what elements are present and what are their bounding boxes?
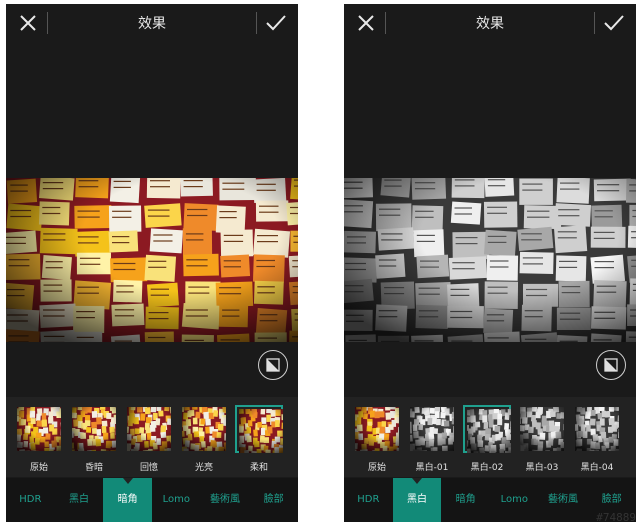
filter-label: 昏暗 [84, 463, 103, 473]
filter-label: 光亮 [194, 463, 213, 473]
filter-thumb[interactable] [125, 405, 173, 453]
filter-label: 黑白-04 [580, 463, 614, 473]
tab-item[interactable]: 黑白 [392, 478, 442, 522]
tab-item[interactable]: HDR [344, 478, 393, 522]
tab-item[interactable]: 藝術風 [539, 478, 588, 522]
compare-toggle-icon[interactable] [258, 350, 288, 380]
category-tabs: HDR 黑白 暗角 Lomo 藝術風 臉部 [6, 478, 298, 522]
editor-screen-vignette: 效果原始 昏暗 回憶 光亮 柔和 HDR 黑白 暗角 Lomo 藝術風 臉部 [6, 4, 298, 522]
divider [256, 12, 257, 34]
filter-thumb[interactable] [518, 405, 566, 453]
tab-item[interactable]: 暗角 [441, 478, 490, 522]
watermark: #74889 [596, 511, 636, 524]
filter-thumb[interactable] [235, 405, 283, 453]
category-tabs: HDR 黑白 暗角 Lomo 藝術風 臉部 [344, 478, 636, 522]
filter-thumb[interactable] [353, 405, 401, 453]
tab-item[interactable]: Lomo [490, 478, 539, 522]
top-bar: 效果 [344, 4, 636, 42]
checkmark-icon[interactable] [262, 10, 290, 36]
filter-label: 柔和 [249, 463, 268, 473]
filter-label: 回憶 [139, 463, 158, 473]
photo-preview [6, 173, 298, 360]
filter-strip: 原始 昏暗 回憶 光亮 柔和 [6, 397, 298, 477]
top-bar: 效果 [6, 4, 298, 42]
tab-item[interactable]: 暗角 [103, 478, 152, 522]
active-tab-pointer [122, 478, 133, 484]
filter-thumb[interactable] [408, 405, 456, 453]
filter-label: 原始 [29, 463, 48, 473]
filter-label: 原始 [367, 463, 386, 473]
divider [594, 12, 595, 34]
filter-label: 黑白-01 [415, 463, 449, 473]
checkmark-icon[interactable] [600, 10, 628, 36]
filter-label: 黑白-02 [470, 463, 504, 473]
tab-item[interactable]: 黑白 [55, 478, 104, 522]
tab-item[interactable]: Lomo [152, 478, 201, 522]
filter-thumb[interactable] [463, 405, 511, 453]
editor-screen-bw: 效果原始 黑白-01 黑白-02 黑白-03 黑白-04 HDR 黑白 暗角 Lomo 藝術風 臉部 [344, 4, 636, 522]
compare-toggle-icon[interactable] [596, 350, 626, 380]
filter-thumb[interactable] [573, 405, 621, 453]
filter-thumb[interactable] [180, 405, 228, 453]
tab-item[interactable]: 臉部 [249, 478, 298, 522]
filter-label: 黑白-03 [525, 463, 559, 473]
tab-item[interactable]: HDR [6, 478, 55, 522]
filter-thumb[interactable] [70, 405, 118, 453]
active-tab-pointer [412, 478, 422, 484]
filter-strip: 原始 黑白-01 黑白-02 黑白-03 黑白-04 [344, 397, 636, 477]
screen-title: 效果 [476, 16, 504, 32]
filter-thumb[interactable] [15, 405, 63, 453]
tab-item[interactable]: 藝術風 [201, 478, 250, 522]
photo-preview [344, 173, 636, 364]
screen-title: 效果 [138, 16, 166, 32]
